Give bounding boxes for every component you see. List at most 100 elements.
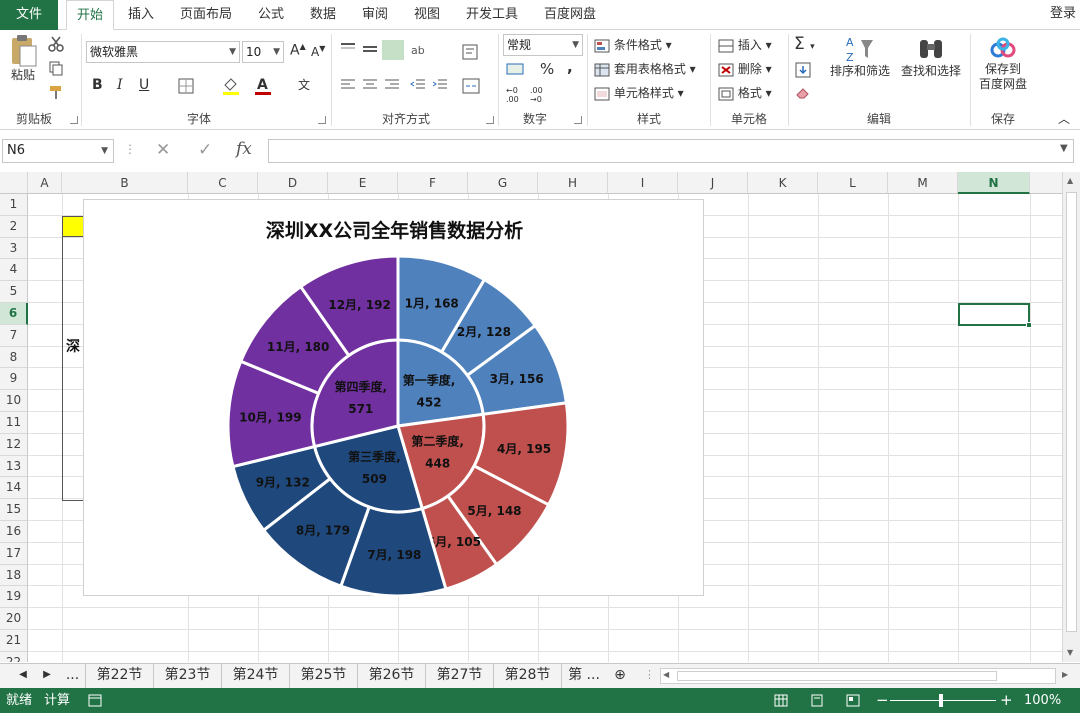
column-header-d[interactable]: D bbox=[258, 172, 328, 194]
selected-cell-n6[interactable] bbox=[958, 303, 1032, 328]
add-sheet-icon[interactable]: ⊕ bbox=[610, 664, 630, 688]
tab-review[interactable]: 审阅 bbox=[354, 0, 396, 30]
sort-filter-button[interactable]: AZ 排序和筛选 bbox=[826, 34, 894, 79]
row-header-15[interactable]: 15 bbox=[0, 499, 28, 521]
row-header-22[interactable]: 22 bbox=[0, 651, 28, 662]
scroll-right-icon[interactable]: ▶ bbox=[1062, 670, 1068, 679]
normal-view-icon[interactable] bbox=[774, 694, 788, 707]
column-header-m[interactable]: M bbox=[888, 172, 958, 194]
zoom-level[interactable]: 100% bbox=[1024, 688, 1061, 713]
row-header-16[interactable]: 16 bbox=[0, 521, 28, 543]
row-header-20[interactable]: 20 bbox=[0, 608, 28, 630]
column-header-j[interactable]: J bbox=[678, 172, 748, 194]
tab-view[interactable]: 视图 bbox=[406, 0, 448, 30]
number-launcher[interactable] bbox=[574, 116, 582, 124]
italic-button[interactable]: I bbox=[117, 77, 123, 93]
page-break-view-icon[interactable] bbox=[846, 694, 860, 707]
login-link[interactable]: 登录 bbox=[1050, 0, 1076, 28]
row-header-5[interactable]: 5 bbox=[0, 281, 28, 303]
format-cells-button[interactable]: 格式 ▾ bbox=[718, 84, 772, 101]
save-to-baidu-button[interactable]: 保存到 百度网盘 bbox=[974, 36, 1032, 92]
paste-button[interactable]: 粘贴 bbox=[6, 34, 40, 83]
tab-file[interactable]: 文件 bbox=[0, 0, 58, 30]
orientation-icon[interactable]: ab bbox=[410, 42, 430, 58]
zoom-slider-thumb[interactable] bbox=[939, 694, 943, 707]
row-header-18[interactable]: 18 bbox=[0, 564, 28, 587]
insert-function-icon[interactable]: fx bbox=[236, 139, 252, 159]
status-calculate[interactable]: 计算 bbox=[44, 688, 70, 713]
tab-formulas[interactable]: 公式 bbox=[250, 0, 292, 30]
row-header-3[interactable]: 3 bbox=[0, 237, 28, 260]
column-header-h[interactable]: H bbox=[538, 172, 608, 194]
tab-split-grip[interactable]: ⋮ bbox=[644, 664, 655, 688]
column-header-c[interactable]: C bbox=[188, 172, 258, 194]
merge-center-icon[interactable] bbox=[462, 78, 480, 94]
tab-developer[interactable]: 开发工具 bbox=[458, 0, 526, 30]
fill-handle[interactable] bbox=[1026, 322, 1032, 328]
row-header-4[interactable]: 4 bbox=[0, 259, 28, 282]
comma-style-icon[interactable]: , bbox=[567, 58, 573, 76]
prev-sheet-icon[interactable]: ◀ bbox=[14, 664, 32, 688]
macro-record-icon[interactable] bbox=[88, 694, 102, 707]
align-top-icon[interactable] bbox=[340, 42, 356, 56]
align-center-icon[interactable] bbox=[362, 78, 378, 92]
next-sheet-icon[interactable]: ▶ bbox=[38, 664, 56, 688]
page-layout-view-icon[interactable] bbox=[810, 694, 824, 707]
column-header-l[interactable]: L bbox=[818, 172, 888, 194]
sunburst-chart[interactable]: 深圳XX公司全年销售数据分析 第一季度, 452 1月, 168 2月, 128 3月,… bbox=[83, 199, 704, 597]
clipboard-launcher[interactable] bbox=[70, 116, 78, 124]
sheet-tab[interactable]: 第23节 bbox=[154, 664, 222, 688]
expand-formula-icon[interactable]: ▼ bbox=[1060, 143, 1068, 154]
align-middle-icon[interactable] bbox=[362, 42, 378, 56]
row-header-1[interactable]: 1 bbox=[0, 194, 28, 216]
currency-icon[interactable] bbox=[506, 62, 524, 76]
font-name-select[interactable]: 微软雅黑 ▼ bbox=[86, 41, 240, 63]
sheet-tab[interactable]: 第27节 bbox=[426, 664, 494, 688]
collapse-ribbon-icon[interactable]: ︿ bbox=[1058, 110, 1070, 127]
scroll-thumb[interactable] bbox=[1066, 192, 1077, 632]
row-header-12[interactable]: 12 bbox=[0, 433, 28, 456]
tab-data[interactable]: 数据 bbox=[302, 0, 344, 30]
column-header-b[interactable]: B bbox=[62, 172, 188, 194]
enter-icon[interactable]: ✓ bbox=[198, 140, 212, 160]
wrap-text-icon[interactable] bbox=[462, 44, 478, 60]
increase-indent-icon[interactable] bbox=[432, 78, 448, 92]
row-header-8[interactable]: 8 bbox=[0, 346, 28, 369]
column-header-f[interactable]: F bbox=[398, 172, 468, 194]
formula-input[interactable] bbox=[268, 139, 1074, 163]
cut-icon[interactable] bbox=[48, 36, 64, 52]
underline-button[interactable]: U bbox=[139, 77, 149, 93]
align-bottom-button[interactable] bbox=[382, 40, 404, 60]
delete-cells-button[interactable]: 删除 ▾ bbox=[718, 60, 772, 77]
font-color-icon[interactable]: A bbox=[254, 76, 272, 96]
row-header-11[interactable]: 11 bbox=[0, 412, 28, 434]
row-header-14[interactable]: 14 bbox=[0, 477, 28, 500]
format-painter-icon[interactable] bbox=[48, 84, 64, 100]
copy-icon[interactable] bbox=[48, 60, 64, 76]
grow-font-button[interactable]: A▲ bbox=[290, 42, 306, 59]
shrink-font-button[interactable]: A▼ bbox=[311, 44, 325, 59]
sheet-tab[interactable]: 第28节 bbox=[494, 664, 562, 688]
more-sheets-button[interactable]: ... bbox=[60, 664, 86, 688]
cell-styles-button[interactable]: 单元格样式 ▾ bbox=[594, 84, 684, 101]
font-size-select[interactable]: 10 ▼ bbox=[242, 41, 284, 63]
scroll-up-icon[interactable]: ▲ bbox=[1067, 176, 1073, 185]
row-header-7[interactable]: 7 bbox=[0, 324, 28, 347]
sheet-tab[interactable]: 第24节 bbox=[222, 664, 290, 688]
row-header-10[interactable]: 10 bbox=[0, 390, 28, 412]
tab-insert[interactable]: 插入 bbox=[120, 0, 162, 30]
alignment-launcher[interactable] bbox=[486, 116, 494, 124]
font-launcher[interactable] bbox=[318, 116, 326, 124]
zoom-slider-track[interactable] bbox=[890, 700, 996, 701]
autosum-icon[interactable]: Σ ▾ bbox=[794, 34, 815, 54]
h-scroll-thumb[interactable] bbox=[677, 671, 997, 681]
scroll-down-icon[interactable]: ▼ bbox=[1067, 648, 1073, 657]
column-header-n[interactable]: N bbox=[958, 172, 1030, 194]
tab-page-layout[interactable]: 页面布局 bbox=[172, 0, 240, 30]
scroll-left-icon[interactable]: ◀ bbox=[663, 670, 669, 679]
select-all-corner[interactable] bbox=[0, 172, 28, 194]
row-header-17[interactable]: 17 bbox=[0, 542, 28, 565]
zoom-out-button[interactable]: − bbox=[876, 688, 889, 713]
column-header-k[interactable]: K bbox=[748, 172, 818, 194]
horizontal-scrollbar[interactable]: ◀ bbox=[660, 668, 1056, 684]
